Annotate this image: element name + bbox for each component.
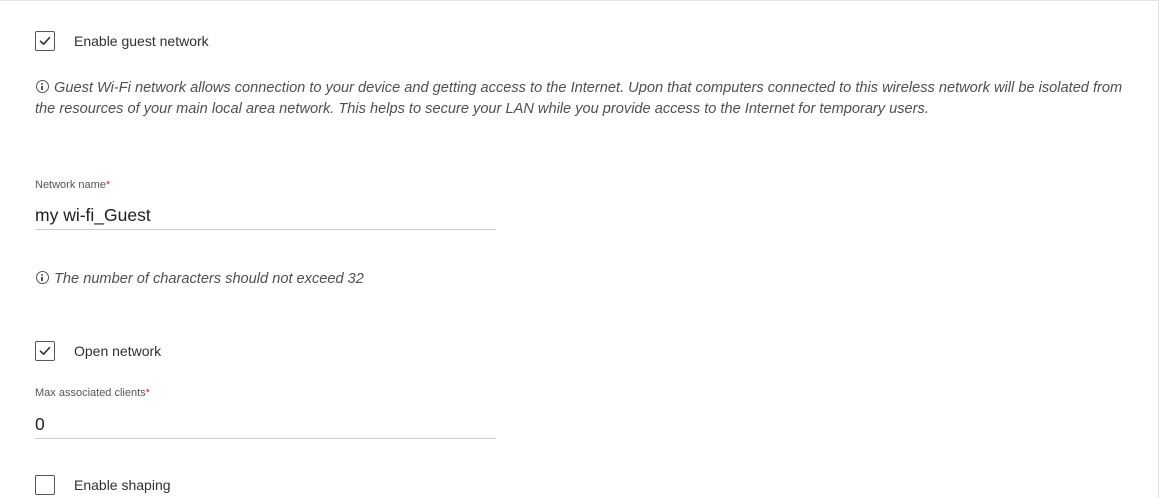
- guest-network-settings-panel: Enable guest network Guest Wi-Fi network…: [0, 0, 1159, 498]
- checkmark-icon: [39, 346, 51, 355]
- network-name-input[interactable]: [35, 200, 496, 230]
- network-name-field: Network name*: [35, 178, 496, 230]
- max-clients-input[interactable]: [35, 409, 496, 439]
- required-mark: *: [145, 387, 150, 399]
- info-icon: [36, 271, 49, 284]
- enable-guest-network-label: Enable guest network: [74, 33, 209, 49]
- guest-network-info-note: Guest Wi-Fi network allows connection to…: [35, 78, 1135, 120]
- open-network-toggle[interactable]: Open network: [35, 341, 161, 361]
- enable-shaping-label: Enable shaping: [74, 477, 171, 493]
- checkmark-icon: [39, 36, 51, 45]
- char-limit-info-text: The number of characters should not exce…: [54, 271, 364, 287]
- guest-network-info-text: Guest Wi-Fi network allows connection to…: [35, 80, 1123, 117]
- info-icon: [36, 80, 49, 93]
- max-clients-label: Max associated clients*: [35, 387, 150, 399]
- open-network-label: Open network: [74, 343, 162, 359]
- enable-shaping-toggle[interactable]: Enable shaping: [35, 475, 171, 495]
- network-name-label: Network name*: [35, 179, 111, 191]
- enable-guest-network-checkbox[interactable]: [35, 31, 55, 51]
- char-limit-info-note: The number of characters should not exce…: [35, 269, 364, 290]
- required-mark: *: [105, 179, 111, 191]
- enable-shaping-checkbox[interactable]: [35, 475, 55, 495]
- open-network-checkbox[interactable]: [35, 341, 55, 361]
- max-clients-field: Max associated clients*: [35, 386, 496, 439]
- enable-guest-network-toggle[interactable]: Enable guest network: [35, 31, 209, 51]
